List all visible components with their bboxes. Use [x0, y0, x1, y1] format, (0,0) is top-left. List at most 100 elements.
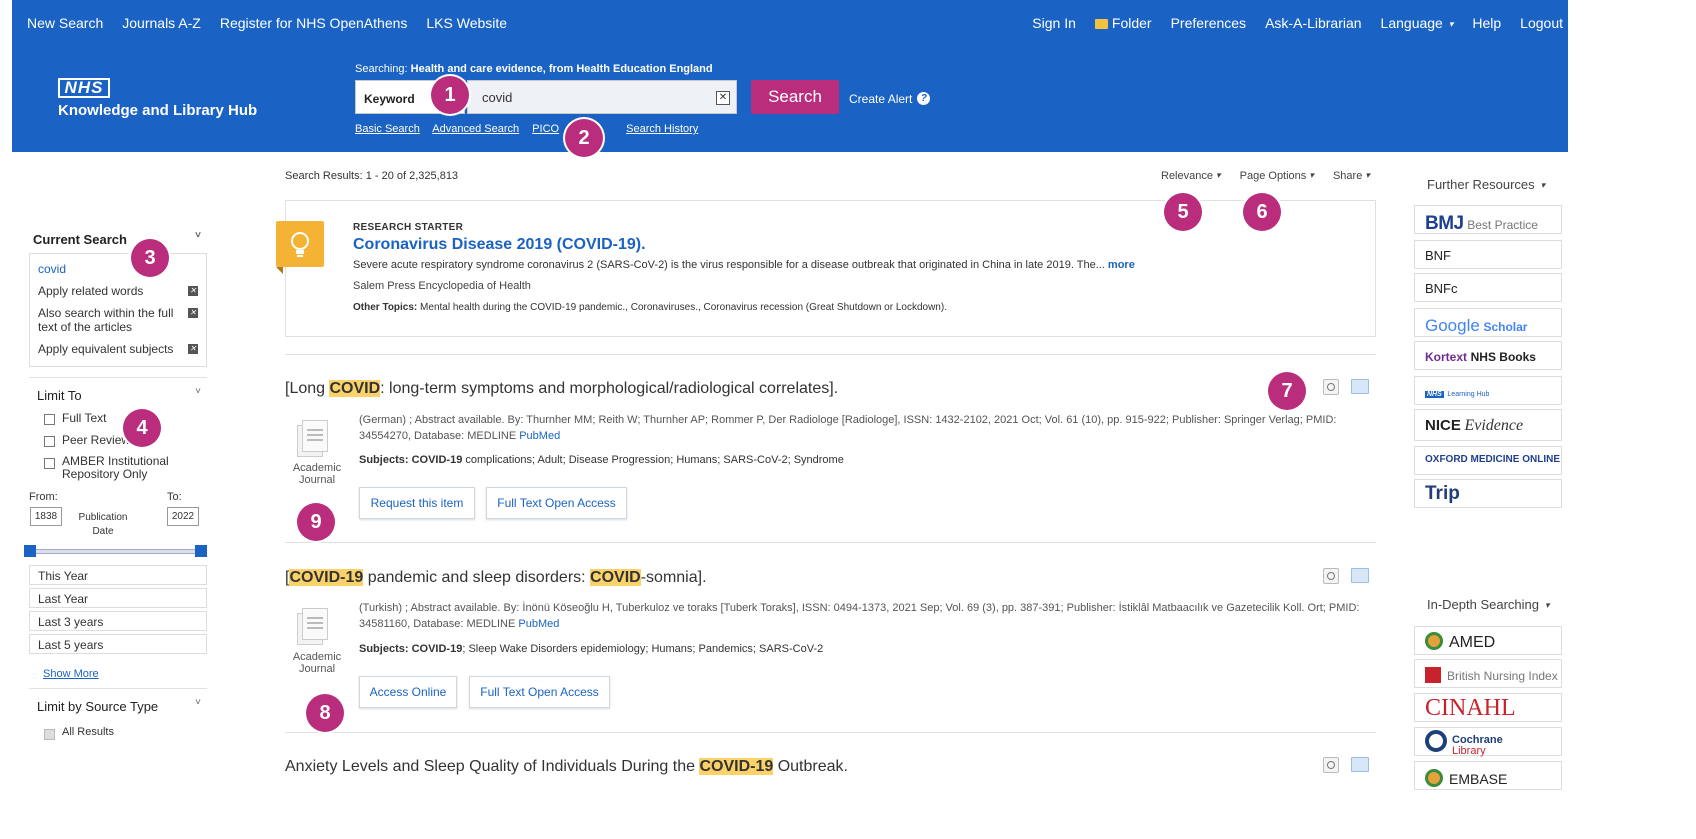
kortext-nhs-books-link[interactable]: Kortext NHS Books — [1414, 341, 1562, 370]
bni-logo-icon — [1425, 667, 1441, 683]
language-menu[interactable]: Language ▾ — [1381, 15, 1454, 31]
journals-az-link[interactable]: Journals A-Z — [122, 15, 201, 31]
preview-icon[interactable] — [1323, 568, 1339, 584]
preview-icon[interactable] — [1323, 379, 1339, 395]
result-subjects: Subjects: COVID-19; Sleep Wake Disorders… — [359, 643, 823, 655]
current-search-heading[interactable]: Current Search ˅ — [29, 230, 207, 247]
limit-peer-reviewed[interactable]: Peer Reviewed — [29, 433, 207, 447]
page-options-menu[interactable]: Page Options ▾ — [1240, 170, 1314, 182]
add-to-folder-icon[interactable] — [1351, 379, 1369, 394]
remove-icon[interactable]: ✕ — [188, 344, 198, 354]
checkbox[interactable] — [44, 414, 55, 425]
oxford-medicine-online-link[interactable]: OXFORD MEDICINE ONLINE — [1414, 446, 1562, 475]
register-openathens-link[interactable]: Register for NHS OpenAthens — [220, 15, 408, 31]
limit-to-heading[interactable]: Limit To ˅ — [29, 386, 207, 403]
limit-amber[interactable]: AMBER Institutional Repository Only — [29, 455, 207, 481]
cinahl-link[interactable]: CINAHL — [1414, 693, 1562, 722]
result-title[interactable]: [COVID-19 pandemic and sleep disorders: … — [285, 569, 707, 587]
slider-handle-left[interactable] — [24, 545, 36, 557]
from-year-input[interactable]: 1838 — [30, 507, 62, 526]
add-to-folder-icon[interactable] — [1351, 568, 1369, 583]
help-icon[interactable]: ? — [917, 92, 931, 105]
sign-in-link[interactable]: Sign In — [1032, 15, 1076, 31]
resource-sub: NHS Books — [1470, 350, 1536, 364]
result-actions — [1323, 757, 1369, 773]
subjects-list: ; Sleep Wake Disorders epidemiology; Hum… — [462, 643, 824, 655]
title-part: pandemic and sleep disorders: — [363, 569, 591, 586]
limit-full-text[interactable]: Full Text — [29, 411, 207, 425]
show-more-link[interactable]: Show More — [43, 668, 207, 680]
result-title[interactable]: Anxiety Levels and Sleep Quality of Indi… — [285, 758, 848, 776]
resource-sub: Best Practice — [1467, 218, 1538, 232]
help-link[interactable]: Help — [1472, 15, 1501, 31]
folder-link[interactable]: Folder — [1094, 15, 1152, 31]
create-alert-link[interactable]: Create Alert? — [849, 92, 931, 106]
source-all-results[interactable]: All Results — [29, 726, 207, 740]
in-depth-list: AMED British Nursing Index CINAHL Cochra… — [1414, 626, 1562, 839]
relevance-menu[interactable]: Relevance ▾ — [1161, 170, 1221, 182]
date-option[interactable]: Last 5 years — [29, 634, 207, 654]
pubmed-link[interactable]: PubMed — [518, 618, 559, 630]
date-range-slider[interactable] — [24, 545, 207, 557]
date-option[interactable]: Last 3 years — [29, 611, 207, 631]
current-query[interactable]: covid — [38, 262, 198, 276]
bnf-link[interactable]: BNF — [1414, 240, 1562, 269]
source-type-heading[interactable]: Limit by Source Type ˅ — [29, 697, 207, 714]
trip-link[interactable]: Trip — [1414, 479, 1562, 508]
ask-a-librarian-link[interactable]: Ask-A-Librarian — [1265, 15, 1361, 31]
journal-icon — [292, 420, 336, 460]
search-input[interactable]: covid ✕ — [467, 80, 737, 114]
in-depth-heading[interactable]: In-Depth Searching ▾ — [1414, 597, 1562, 612]
full-text-open-access-button[interactable]: Full Text Open Access — [469, 676, 610, 708]
title-part: Anxiety Levels and Sleep Quality of Indi… — [285, 758, 700, 775]
option-label: Apply equivalent subjects — [38, 342, 174, 356]
basic-search-link[interactable]: Basic Search — [355, 123, 420, 135]
option-label: Also search within the full text of the … — [38, 306, 174, 334]
access-online-button[interactable]: Access Online — [359, 676, 457, 708]
nice-evidence-link[interactable]: NICE Evidence — [1414, 409, 1562, 441]
bnfc-link[interactable]: BNFc — [1414, 273, 1562, 302]
remove-icon[interactable]: ✕ — [188, 286, 198, 296]
starter-title[interactable]: Coronavirus Disease 2019 (COVID-19). — [353, 236, 646, 254]
more-link[interactable]: more — [1108, 259, 1135, 271]
advanced-search-link[interactable]: Advanced Search — [432, 123, 519, 135]
google-scholar-link[interactable]: Google Scholar — [1414, 308, 1562, 337]
search-history-link[interactable]: Search History — [626, 123, 698, 135]
result-title[interactable]: [Long COVID: long-term symptoms and morp… — [285, 380, 838, 398]
further-resources-heading[interactable]: Further Resources ▾ — [1414, 177, 1562, 192]
other-topics-list[interactable]: Mental health during the COVID-19 pandem… — [420, 302, 947, 313]
to-year-input[interactable]: 2022 — [167, 507, 199, 526]
pubmed-link[interactable]: PubMed — [519, 430, 560, 442]
logout-link[interactable]: Logout — [1520, 15, 1563, 31]
date-option[interactable]: Last Year — [29, 588, 207, 608]
amed-link[interactable]: AMED — [1414, 626, 1562, 655]
slider-handle-right[interactable] — [195, 545, 207, 557]
checkbox[interactable] — [44, 436, 55, 447]
cochrane-library-link[interactable]: Cochrane Library — [1414, 727, 1562, 757]
chevron-down-icon[interactable]: ˅ — [195, 697, 201, 708]
preview-icon[interactable] — [1323, 757, 1339, 773]
bmj-best-practice-link[interactable]: BMJ Best Practice — [1414, 205, 1562, 234]
share-menu[interactable]: Share ▾ — [1333, 170, 1370, 182]
chevron-down-icon[interactable]: ˅ — [195, 230, 201, 241]
results-count: Search Results: 1 - 20 of 2,325,813 — [285, 170, 459, 182]
checkbox[interactable] — [44, 729, 55, 740]
checkbox[interactable] — [44, 458, 55, 469]
pico-link[interactable]: PICO — [532, 123, 559, 135]
chevron-down-icon[interactable]: ˅ — [195, 386, 201, 397]
search-button[interactable]: Search — [751, 80, 839, 114]
nhs-learning-hub-link[interactable]: NHS Learning Hub — [1414, 376, 1562, 405]
in-depth-searching: In-Depth Searching ▾ — [1414, 597, 1562, 612]
clear-search-icon[interactable]: ✕ — [716, 91, 730, 105]
embase-link[interactable]: EMBASE — [1414, 761, 1562, 790]
date-option[interactable]: This Year — [29, 565, 207, 585]
request-item-button[interactable]: Request this item — [359, 487, 475, 519]
full-text-open-access-button[interactable]: Full Text Open Access — [486, 487, 627, 519]
new-search-link[interactable]: New Search — [27, 15, 103, 31]
british-nursing-index-link[interactable]: British Nursing Index — [1414, 659, 1562, 688]
lks-website-link[interactable]: LKS Website — [426, 15, 507, 31]
remove-icon[interactable]: ✕ — [188, 308, 198, 318]
add-to-folder-icon[interactable] — [1351, 757, 1369, 772]
limit-to-section: Limit To ˅ Full Text Peer Reviewed AMBER … — [24, 377, 207, 680]
preferences-link[interactable]: Preferences — [1171, 15, 1246, 31]
